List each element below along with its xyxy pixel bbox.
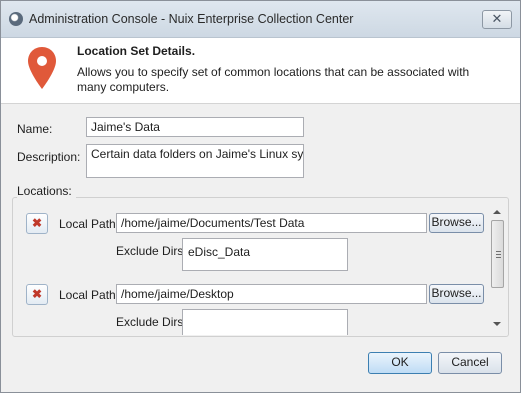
name-label: Name: <box>17 122 53 136</box>
description-label: Description: <box>17 150 81 164</box>
close-button[interactable]: ✕ <box>482 10 512 29</box>
local-path-label: Local Path: <box>59 288 120 302</box>
description-field[interactable]: Certain data folders on Jaime's Linux sy… <box>86 144 304 178</box>
scrollbar-thumb[interactable] <box>491 220 504 288</box>
cancel-button[interactable]: Cancel <box>438 352 502 374</box>
header-description: Allows you to specify set of common loca… <box>77 65 470 94</box>
app-icon <box>9 12 23 26</box>
exclude-dirs-field[interactable]: eDisc_Data <box>182 238 348 271</box>
vertical-scrollbar[interactable] <box>490 206 505 332</box>
ok-button[interactable]: OK <box>368 352 432 374</box>
local-path-field[interactable]: /home/jaime/Documents/Test Data <box>116 213 427 233</box>
local-path-field[interactable]: /home/jaime/Desktop <box>116 284 427 304</box>
scroll-down-icon[interactable] <box>493 322 501 326</box>
dialog-window: Administration Console - Nuix Enterprise… <box>0 0 521 393</box>
browse-button[interactable]: Browse... <box>429 213 484 233</box>
locations-label: Locations: <box>17 184 76 198</box>
exclude-dirs-label: Exclude Dirs: <box>116 244 187 258</box>
local-path-label: Local Path: <box>59 217 120 231</box>
remove-location-button[interactable]: ✖ <box>26 284 48 305</box>
scroll-up-icon[interactable] <box>493 210 501 214</box>
header-title: Location Set Details. <box>77 44 196 58</box>
window-title: Administration Console - Nuix Enterprise… <box>29 12 354 26</box>
map-pin-icon <box>28 47 56 89</box>
browse-button[interactable]: Browse... <box>429 284 484 304</box>
exclude-dirs-label: Exclude Dirs: <box>116 315 187 329</box>
title-bar[interactable]: Administration Console - Nuix Enterprise… <box>1 1 520 38</box>
name-field[interactable]: Jaime's Data <box>86 117 304 137</box>
exclude-dirs-field[interactable] <box>182 309 348 335</box>
remove-location-button[interactable]: ✖ <box>26 213 48 234</box>
dialog-header: Location Set Details. Allows you to spec… <box>1 38 520 104</box>
